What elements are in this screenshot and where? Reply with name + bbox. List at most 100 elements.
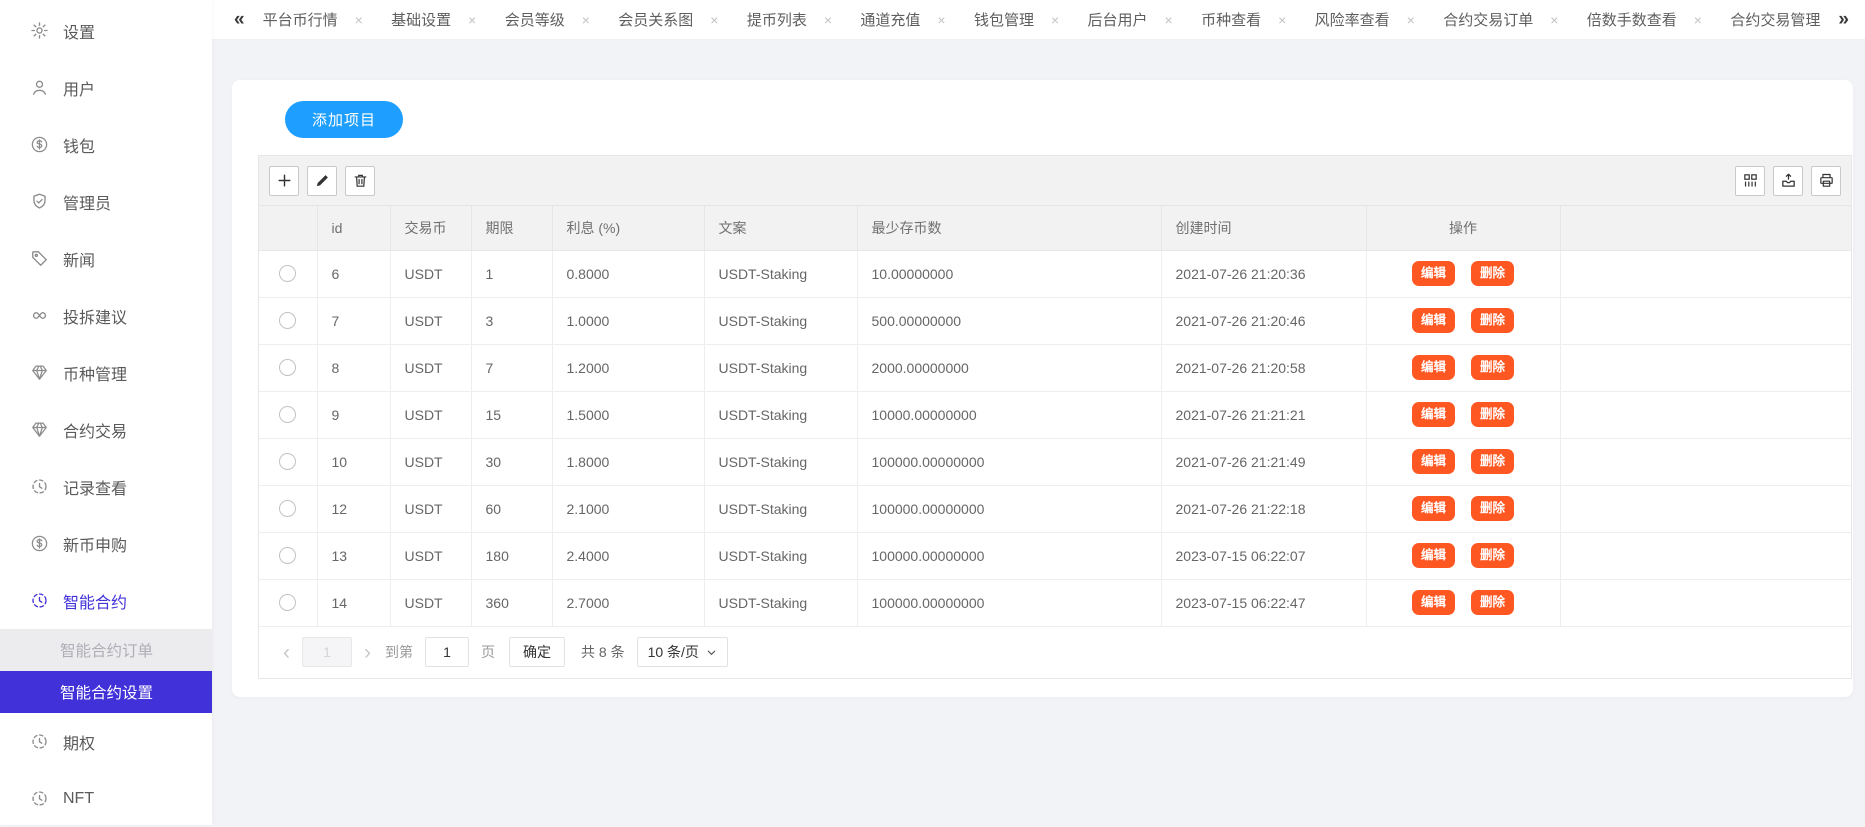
sidebar-item-label: 钱包 [63, 133, 95, 157]
delete-button[interactable]: 删除 [1471, 449, 1514, 474]
tab-coin-view[interactable]: 币种查看 × [1201, 9, 1286, 30]
delete-button[interactable]: 删除 [1471, 308, 1514, 333]
print-button[interactable] [1811, 166, 1841, 196]
add-row-button[interactable] [269, 166, 299, 196]
delete-button[interactable]: 删除 [1471, 355, 1514, 380]
gear-icon [30, 21, 49, 40]
row-radio[interactable] [279, 594, 296, 611]
tab-close-icon[interactable]: × [1694, 13, 1702, 27]
edit-button[interactable]: 编辑 [1412, 449, 1455, 474]
sidebar-item-nft[interactable]: NFT [0, 770, 212, 827]
tab-basic-settings[interactable]: 基础设置 × [391, 9, 476, 30]
sidebar-item-smart-contract-orders[interactable]: 智能合约订单 [0, 629, 212, 671]
delete-button[interactable]: 删除 [1471, 496, 1514, 521]
tab-multiplier-lots-view[interactable]: 倍数手数查看 × [1587, 9, 1702, 30]
sidebar-item-new-coin-subscribe[interactable]: 新币申购 [0, 515, 212, 572]
delete-row-button[interactable] [345, 166, 375, 196]
sidebar-item-settings[interactable]: 设置 [0, 2, 212, 59]
tab-close-icon[interactable]: × [824, 13, 832, 27]
tab-close-icon[interactable]: × [1550, 13, 1558, 27]
current-page[interactable]: 1 [302, 637, 352, 667]
tab-close-icon[interactable]: × [582, 13, 590, 27]
tab-member-relation-graph[interactable]: 会员关系图 × [618, 9, 718, 30]
row-radio[interactable] [279, 406, 296, 423]
dollar-circle-icon [30, 534, 49, 553]
cell-coin: USDT [390, 579, 471, 626]
cell-created-at: 2021-07-26 21:20:58 [1161, 344, 1366, 391]
goto-confirm-button[interactable]: 确定 [509, 637, 565, 667]
tab-close-icon[interactable]: × [1051, 13, 1059, 27]
tab-contract-trade-management[interactable]: 合约交易管理 × [1730, 9, 1820, 30]
cell-empty [1560, 344, 1851, 391]
sidebar-item-label: 智能合约订单 [60, 639, 153, 661]
sidebar-item-admin[interactable]: 管理员 [0, 173, 212, 230]
edit-row-button[interactable] [307, 166, 337, 196]
columns-filter-button[interactable] [1735, 166, 1765, 196]
cell-coin: USDT [390, 344, 471, 391]
header-coin: 交易币 [390, 206, 471, 250]
sidebar-item-news[interactable]: 新闻 [0, 230, 212, 287]
gem-icon [30, 363, 49, 382]
cell-empty [1560, 391, 1851, 438]
export-icon [1780, 172, 1797, 189]
tab-withdraw-list[interactable]: 提币列表 × [747, 9, 832, 30]
cell-empty [1560, 250, 1851, 297]
tab-close-icon[interactable]: × [710, 13, 718, 27]
tabs-strip: 平台币行情 × 基础设置 × 会员等级 × 会员关系图 × 提币列表 × [263, 9, 1821, 30]
cell-min-deposit: 500.00000000 [857, 297, 1161, 344]
row-radio[interactable] [279, 547, 296, 564]
tab-member-level[interactable]: 会员等级 × [505, 9, 590, 30]
sidebar-item-records[interactable]: 记录查看 [0, 458, 212, 515]
delete-button[interactable]: 删除 [1471, 261, 1514, 286]
delete-button[interactable]: 删除 [1471, 543, 1514, 568]
prev-page-icon[interactable]: ‹ [275, 642, 298, 663]
sidebar-item-smart-contract-settings[interactable]: 智能合约设置 [0, 671, 212, 713]
page-size-select[interactable]: 10 条/页 [637, 637, 728, 667]
tab-close-icon[interactable]: × [937, 13, 945, 27]
edit-button[interactable]: 编辑 [1412, 308, 1455, 333]
delete-button[interactable]: 删除 [1471, 402, 1514, 427]
sidebar-item-users[interactable]: 用户 [0, 59, 212, 116]
sidebar-item-feedback[interactable]: 投拆建议 [0, 287, 212, 344]
goto-page-input[interactable] [425, 637, 469, 667]
cell-empty [1560, 297, 1851, 344]
tabs-scroll-left-icon[interactable]: « [234, 10, 245, 29]
edit-button[interactable]: 编辑 [1412, 261, 1455, 286]
export-button[interactable] [1773, 166, 1803, 196]
main-panel: 添加项目 [232, 80, 1853, 697]
tab-close-icon[interactable]: × [468, 13, 476, 27]
sidebar-item-contract-trading[interactable]: 合约交易 [0, 401, 212, 458]
edit-button[interactable]: 编辑 [1412, 543, 1455, 568]
sidebar-item-options[interactable]: 期权 [0, 713, 212, 770]
edit-button[interactable]: 编辑 [1412, 355, 1455, 380]
sidebar-item-smart-contract[interactable]: 智能合约 [0, 572, 212, 629]
edit-button[interactable]: 编辑 [1412, 590, 1455, 615]
table-row: 8 USDT 7 1.2000 USDT-Staking 2000.000000… [259, 344, 1851, 391]
next-page-icon[interactable]: › [356, 642, 379, 663]
row-radio[interactable] [279, 359, 296, 376]
tab-close-icon[interactable]: × [355, 13, 363, 27]
row-radio[interactable] [279, 453, 296, 470]
tab-close-icon[interactable]: × [1165, 13, 1173, 27]
delete-button[interactable]: 删除 [1471, 590, 1514, 615]
add-project-button[interactable]: 添加项目 [285, 101, 403, 138]
tab-platform-coin-market[interactable]: 平台币行情 × [263, 9, 363, 30]
cell-text: USDT-Staking [704, 438, 857, 485]
tab-close-icon[interactable]: × [1278, 13, 1286, 27]
sidebar-item-wallet[interactable]: 钱包 [0, 116, 212, 173]
row-radio[interactable] [279, 265, 296, 282]
tabs-scroll-right-icon[interactable]: » [1838, 10, 1849, 29]
sidebar-item-coin-management[interactable]: 币种管理 [0, 344, 212, 401]
edit-button[interactable]: 编辑 [1412, 402, 1455, 427]
tab-risk-rate-view[interactable]: 风险率查看 × [1315, 9, 1415, 30]
tab-close-icon[interactable]: × [1407, 13, 1415, 27]
tab-backend-users[interactable]: 后台用户 × [1088, 9, 1173, 30]
tab-channel-recharge[interactable]: 通道充值 × [860, 9, 945, 30]
tab-wallet-management[interactable]: 钱包管理 × [974, 9, 1059, 30]
row-radio[interactable] [279, 500, 296, 517]
cell-id: 9 [317, 391, 390, 438]
row-radio[interactable] [279, 312, 296, 329]
tab-contract-trade-orders[interactable]: 合约交易订单 × [1443, 9, 1558, 30]
page-size-value: 10 条/页 [648, 642, 699, 662]
edit-button[interactable]: 编辑 [1412, 496, 1455, 521]
